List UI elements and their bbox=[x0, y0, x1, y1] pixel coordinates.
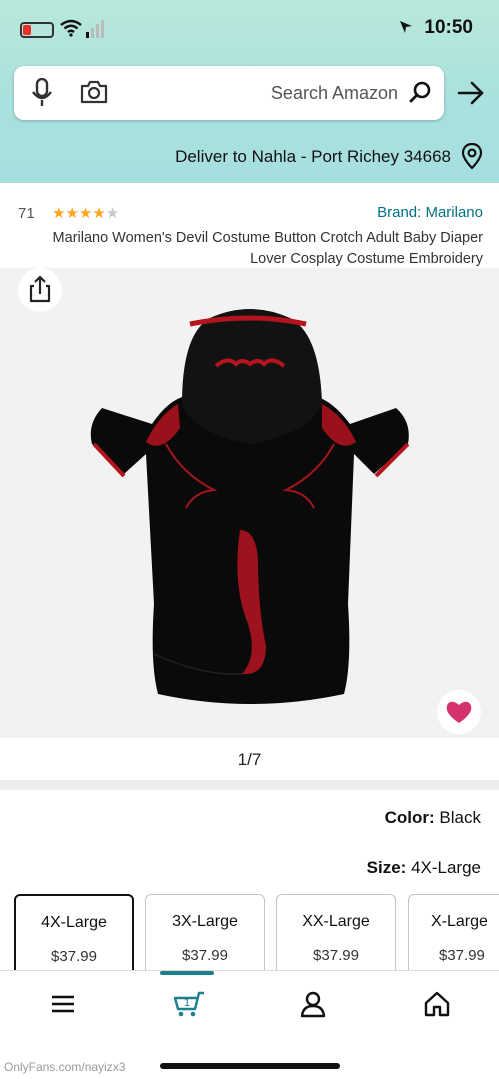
color-value: Black bbox=[439, 808, 481, 827]
brand-rating-row: 71 ★★★★★ Brand: Marilano bbox=[0, 204, 499, 226]
color-label: Color: bbox=[384, 808, 435, 827]
size-option-price: $37.99 bbox=[439, 947, 485, 964]
delivery-text: Deliver to Nahla - Port Richey 34668 bbox=[175, 147, 451, 166]
status-bar: 10:50 bbox=[0, 0, 499, 60]
back-arrow-icon[interactable] bbox=[457, 80, 485, 106]
size-option-xx-large[interactable]: XX-Large $37.99 bbox=[276, 894, 396, 976]
heart-icon bbox=[446, 701, 472, 723]
location-pin-icon bbox=[461, 142, 483, 170]
size-option-price: $37.99 bbox=[182, 947, 228, 964]
product-image-carousel[interactable] bbox=[0, 268, 499, 738]
microphone-icon[interactable] bbox=[32, 78, 52, 108]
search-placeholder: Search Amazon bbox=[270, 83, 398, 103]
battery-icon bbox=[20, 22, 54, 38]
search-row: Search Amazon bbox=[0, 66, 499, 122]
search-input[interactable]: Search Amazon bbox=[14, 66, 444, 120]
account-icon[interactable] bbox=[298, 989, 328, 1019]
share-icon bbox=[29, 275, 51, 303]
delivery-location[interactable]: Deliver to Nahla - Port Richey 34668 bbox=[0, 138, 499, 178]
location-arrow-icon bbox=[400, 21, 412, 33]
size-selection: Size: 4X-Large bbox=[367, 858, 481, 878]
camera-icon[interactable] bbox=[80, 79, 108, 105]
cellular-signal-icon bbox=[86, 20, 104, 38]
section-divider bbox=[0, 780, 499, 790]
size-option-price: $37.99 bbox=[313, 947, 359, 964]
menu-icon[interactable] bbox=[48, 989, 78, 1019]
size-option-name: 4X-Large bbox=[41, 914, 107, 931]
rating-stars[interactable]: ★★★★★ bbox=[52, 204, 119, 222]
home-icon[interactable] bbox=[422, 989, 452, 1019]
share-button[interactable] bbox=[18, 268, 62, 312]
size-option-3x-large[interactable]: 3X-Large $37.99 bbox=[145, 894, 265, 976]
size-options: 4X-Large $37.99 3X-Large $37.99 XX-Large… bbox=[0, 894, 499, 976]
header-area: 10:50 Search Amazon Deliver to Nahla - P… bbox=[0, 0, 499, 183]
size-option-name: X-Large bbox=[431, 913, 488, 930]
home-indicator[interactable] bbox=[160, 1063, 340, 1069]
cart-icon[interactable]: 1 bbox=[170, 989, 206, 1019]
size-value: 4X-Large bbox=[411, 858, 481, 877]
size-option-price: $37.99 bbox=[51, 948, 97, 965]
bottom-navigation: 1 bbox=[0, 970, 499, 1036]
active-tab-indicator bbox=[160, 971, 214, 975]
wifi-icon bbox=[60, 19, 82, 37]
brand-link[interactable]: Brand: Marilano bbox=[377, 204, 483, 221]
product-title: Marilano Women's Devil Costume Button Cr… bbox=[52, 230, 483, 267]
wishlist-button[interactable] bbox=[437, 690, 481, 734]
size-option-x-large[interactable]: X-Large $37.99 bbox=[408, 894, 499, 976]
size-option-4x-large[interactable]: 4X-Large $37.99 bbox=[14, 894, 134, 976]
search-icon[interactable] bbox=[408, 80, 432, 104]
product-image bbox=[90, 309, 410, 704]
size-option-name: XX-Large bbox=[302, 913, 370, 930]
status-time: 10:50 bbox=[424, 17, 473, 38]
svg-text:1: 1 bbox=[184, 997, 190, 1009]
size-option-name: 3X-Large bbox=[172, 913, 238, 930]
size-label: Size: bbox=[366, 858, 407, 877]
rating-count[interactable]: 71 bbox=[18, 205, 35, 222]
watermark-text: OnlyFans.com/nayizx3 bbox=[4, 1060, 126, 1074]
color-selection: Color: Black bbox=[385, 808, 481, 828]
image-counter: 1/7 bbox=[237, 750, 262, 769]
